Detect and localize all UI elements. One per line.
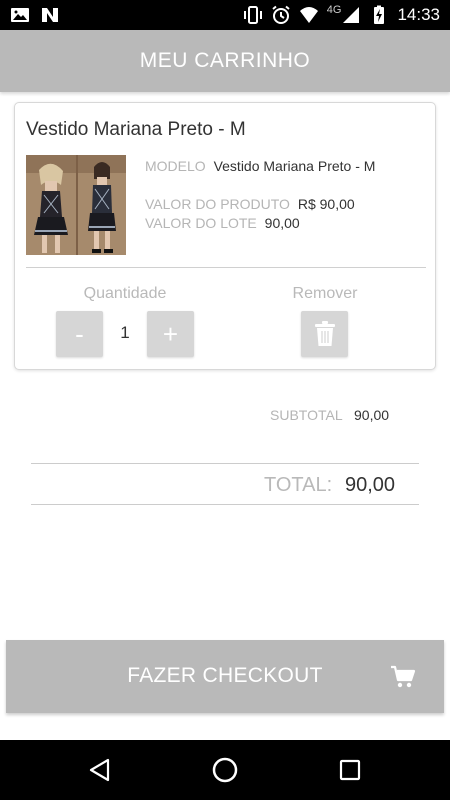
battery-charging-icon <box>374 5 385 24</box>
card-divider <box>26 267 426 268</box>
status-bar-right: 4G 14:33 <box>243 4 440 25</box>
remove-item-button[interactable] <box>301 311 348 357</box>
decrease-quantity-button[interactable]: - <box>56 311 103 357</box>
trash-icon <box>314 321 335 346</box>
recents-icon <box>339 759 361 781</box>
status-bar: 4G 14:33 <box>0 0 450 30</box>
valor-lote-value: 90,00 <box>264 215 300 231</box>
home-button[interactable] <box>210 755 240 785</box>
screen: 4G 14:33 MEU CARRINHO Vestido Mariana Pr… <box>0 0 450 800</box>
modelo-label: MODELO <box>145 158 206 174</box>
image-icon <box>11 8 29 22</box>
clock: 14:33 <box>397 5 440 24</box>
n-app-icon <box>42 8 58 22</box>
vibrate-icon <box>243 6 262 24</box>
subtotal-label: SUBTOTAL <box>270 407 343 423</box>
home-icon <box>212 757 238 783</box>
system-nav-bar <box>0 740 450 800</box>
subtotal-row: SUBTOTAL 90,00 <box>0 407 450 427</box>
product-name[interactable]: Vestido Mariana Preto - M <box>26 119 246 141</box>
valor-lote-row: VALOR DO LOTE 90,00 <box>145 214 300 233</box>
modelo-row: MODELO Vestido Mariana Preto - M <box>145 157 375 176</box>
modelo-value: Vestido Mariana Preto - M <box>213 158 376 174</box>
status-bar-left <box>10 5 60 25</box>
valor-lote-label: VALOR DO LOTE <box>145 215 257 231</box>
app-header: MEU CARRINHO <box>0 30 450 92</box>
cart-item-card: Vestido Mariana Preto - M MODELO Vestido… <box>14 102 436 370</box>
valor-produto-value: R$ 90,00 <box>297 196 355 212</box>
quantidade-label: Quantidade <box>83 285 167 302</box>
quantity-value: 1 <box>120 323 130 342</box>
product-image[interactable] <box>26 155 126 255</box>
back-button[interactable] <box>85 755 115 785</box>
recents-button[interactable] <box>335 755 365 785</box>
checkout-label: FAZER CHECKOUT <box>127 664 323 687</box>
cart-icon <box>391 665 416 688</box>
alarm-icon <box>272 5 290 24</box>
valor-produto-label: VALOR DO PRODUTO <box>145 196 290 212</box>
signal-icon <box>343 7 360 23</box>
valor-produto-row: VALOR DO PRODUTO R$ 90,00 <box>145 195 355 214</box>
total-label: TOTAL: <box>264 474 333 496</box>
total-divider-top <box>31 463 419 464</box>
network-type: 4G <box>326 4 342 16</box>
page-title: MEU CARRINHO <box>139 49 311 72</box>
total-value: 90,00 <box>345 474 396 496</box>
wifi-icon <box>299 7 318 23</box>
increase-quantity-button[interactable]: + <box>147 311 194 357</box>
back-icon <box>89 758 110 782</box>
checkout-button[interactable]: FAZER CHECKOUT <box>6 640 444 713</box>
total-divider-bottom <box>31 504 419 505</box>
remover-label: Remover <box>292 285 358 302</box>
subtotal-value: 90,00 <box>354 407 390 423</box>
